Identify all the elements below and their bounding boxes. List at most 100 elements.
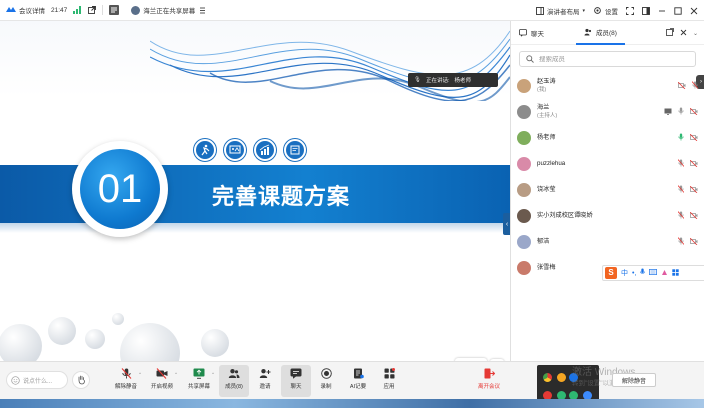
caret-icon[interactable]: ^ <box>175 371 177 376</box>
member-row[interactable]: 赵玉涛 (我) <box>511 73 704 99</box>
member-name-block: 赵玉涛 (我) <box>537 78 556 94</box>
unmute-popup-label: 解除静音 <box>621 378 646 385</box>
chat-button[interactable]: 聊天 <box>281 365 311 397</box>
member-name-block: 实小刘成校区谭晓娇 <box>537 212 593 220</box>
minimize-icon[interactable] <box>658 7 666 15</box>
signal-icon <box>73 6 82 14</box>
member-status-icons <box>677 177 698 203</box>
share-screen-icon <box>193 368 205 379</box>
member-name: 杨老师 <box>537 134 556 141</box>
tab-chat[interactable]: 聊天 <box>511 21 552 45</box>
popout-icon[interactable] <box>88 6 97 14</box>
sharing-status: 海兰正在共享屏幕 <box>143 8 196 15</box>
shared-screen-stage: 🎙 正在讲话: 杨老师 01 完善课题方案 ‹ 批注 <box>0 21 510 361</box>
avatar <box>517 79 531 93</box>
tab-members-label: 成员(8) <box>596 29 617 37</box>
member-search[interactable] <box>519 51 696 67</box>
maximize-icon[interactable] <box>674 6 682 15</box>
taskbar-strip <box>0 399 704 408</box>
tool-label: 邀请 <box>259 384 271 390</box>
tray-app-icon[interactable] <box>557 373 566 382</box>
member-name-block: 杨老师 <box>537 134 556 142</box>
member-status-icons <box>677 203 698 229</box>
share-screen-button[interactable]: 共享屏幕 ^ <box>184 365 214 397</box>
skin-icon[interactable] <box>661 269 668 278</box>
leave-meeting-button[interactable]: 离开会议 <box>474 365 504 397</box>
close-panel-icon[interactable] <box>680 29 687 38</box>
member-name: puzzlehua <box>537 160 566 167</box>
invite-icon <box>259 369 271 378</box>
member-row[interactable]: 杨老师 <box>511 125 704 151</box>
member-row[interactable]: 实小刘成校区谭晓娇 <box>511 203 704 229</box>
caret-icon[interactable]: ^ <box>139 371 141 376</box>
sidebar-toggle-icon[interactable] <box>642 6 650 15</box>
avatar <box>517 157 531 171</box>
raise-hand-button[interactable] <box>72 371 90 389</box>
meeting-time: 21:47 <box>51 6 68 14</box>
popout-panel-icon[interactable] <box>666 28 674 38</box>
hand-icon <box>78 375 85 385</box>
invite-button[interactable]: 邀请 <box>250 365 280 397</box>
avatar <box>517 131 531 145</box>
presenter-layout-button[interactable]: 演讲者布局 ▾ <box>536 6 585 16</box>
blue-wave-decoration <box>150 30 510 101</box>
members-icon <box>584 28 592 35</box>
member-name: 实小刘成校区谭晓娇 <box>537 212 593 219</box>
settings-button[interactable]: 设置 <box>593 6 618 16</box>
presenter-layout-label: 演讲者布局 <box>546 8 580 16</box>
panel-chevron-down-icon[interactable]: ⌄ <box>693 30 698 37</box>
punctuation-icon[interactable]: •, <box>632 270 636 277</box>
panel-actions: ⌄ <box>666 21 698 45</box>
camera-off-icon <box>689 237 698 247</box>
search-icon <box>526 55 534 63</box>
quick-chat-input[interactable]: 说点什么... <box>6 371 68 389</box>
sogou-logo-icon: S <box>605 267 617 279</box>
members-panel: 聊天 成员(8) ⌄ › 赵玉涛 (我) <box>510 21 704 361</box>
bubble-decoration <box>0 313 229 361</box>
member-search-input[interactable] <box>539 55 679 63</box>
app-logo <box>6 6 16 14</box>
tab-members[interactable]: 成员(8) <box>576 21 625 45</box>
mic-off-icon <box>121 368 131 379</box>
member-name: 张雪梅 <box>537 264 556 271</box>
meeting-details-button[interactable]: 会议详情 <box>19 5 45 15</box>
ai-notes-button[interactable]: AI记要 <box>343 365 373 397</box>
chrome-icon[interactable] <box>543 373 552 382</box>
tool-label: 解除静音 <box>114 384 137 390</box>
sharing-menu-icon[interactable] <box>199 7 206 14</box>
caret-icon[interactable]: ^ <box>212 371 214 376</box>
member-row[interactable]: 饶冰莹 <box>511 177 704 203</box>
keyboard-icon[interactable] <box>649 269 658 277</box>
apps-button[interactable]: 应用 <box>374 365 404 397</box>
member-status-icons <box>677 73 699 99</box>
chinese-mode-icon[interactable]: 中 <box>621 268 628 278</box>
input-method-toolbar[interactable]: S 中 •, <box>602 265 704 281</box>
mic-active-icon <box>678 133 684 143</box>
chat-icon <box>290 368 302 379</box>
voice-input-icon[interactable] <box>640 268 646 278</box>
member-status-icons <box>664 99 698 125</box>
mic-muted-icon <box>677 211 685 221</box>
banner-shadow <box>0 223 510 233</box>
mic-muted-icon <box>691 81 699 91</box>
layout-icon <box>536 6 544 15</box>
members-button[interactable]: 成员(8) <box>219 365 249 397</box>
fullscreen-icon[interactable] <box>626 6 634 15</box>
close-icon[interactable] <box>690 7 698 15</box>
speaking-label: 正在讲话: <box>425 78 450 84</box>
camera-off-icon <box>156 368 168 379</box>
mic-icon: 🎙 <box>414 77 421 83</box>
member-row[interactable]: puzzlehua <box>511 151 704 177</box>
avatar <box>517 209 531 223</box>
start-video-button[interactable]: 开启视频 ^ <box>147 365 177 397</box>
member-row[interactable]: 海兰 (主持人) <box>511 99 704 125</box>
toolbox-icon[interactable] <box>672 268 680 278</box>
runner-icon <box>194 139 216 161</box>
member-row[interactable]: 郁洁 <box>511 229 704 255</box>
unmute-button[interactable]: 解除静音 ^ <box>111 365 141 397</box>
avatar <box>517 261 531 275</box>
collapse-panel-tab[interactable]: ‹ <box>503 213 510 235</box>
unmute-popup-button[interactable]: 解除静音 <box>612 373 656 387</box>
chevron-down-icon: ▾ <box>582 7 585 14</box>
record-button[interactable]: 录制 <box>311 365 341 397</box>
